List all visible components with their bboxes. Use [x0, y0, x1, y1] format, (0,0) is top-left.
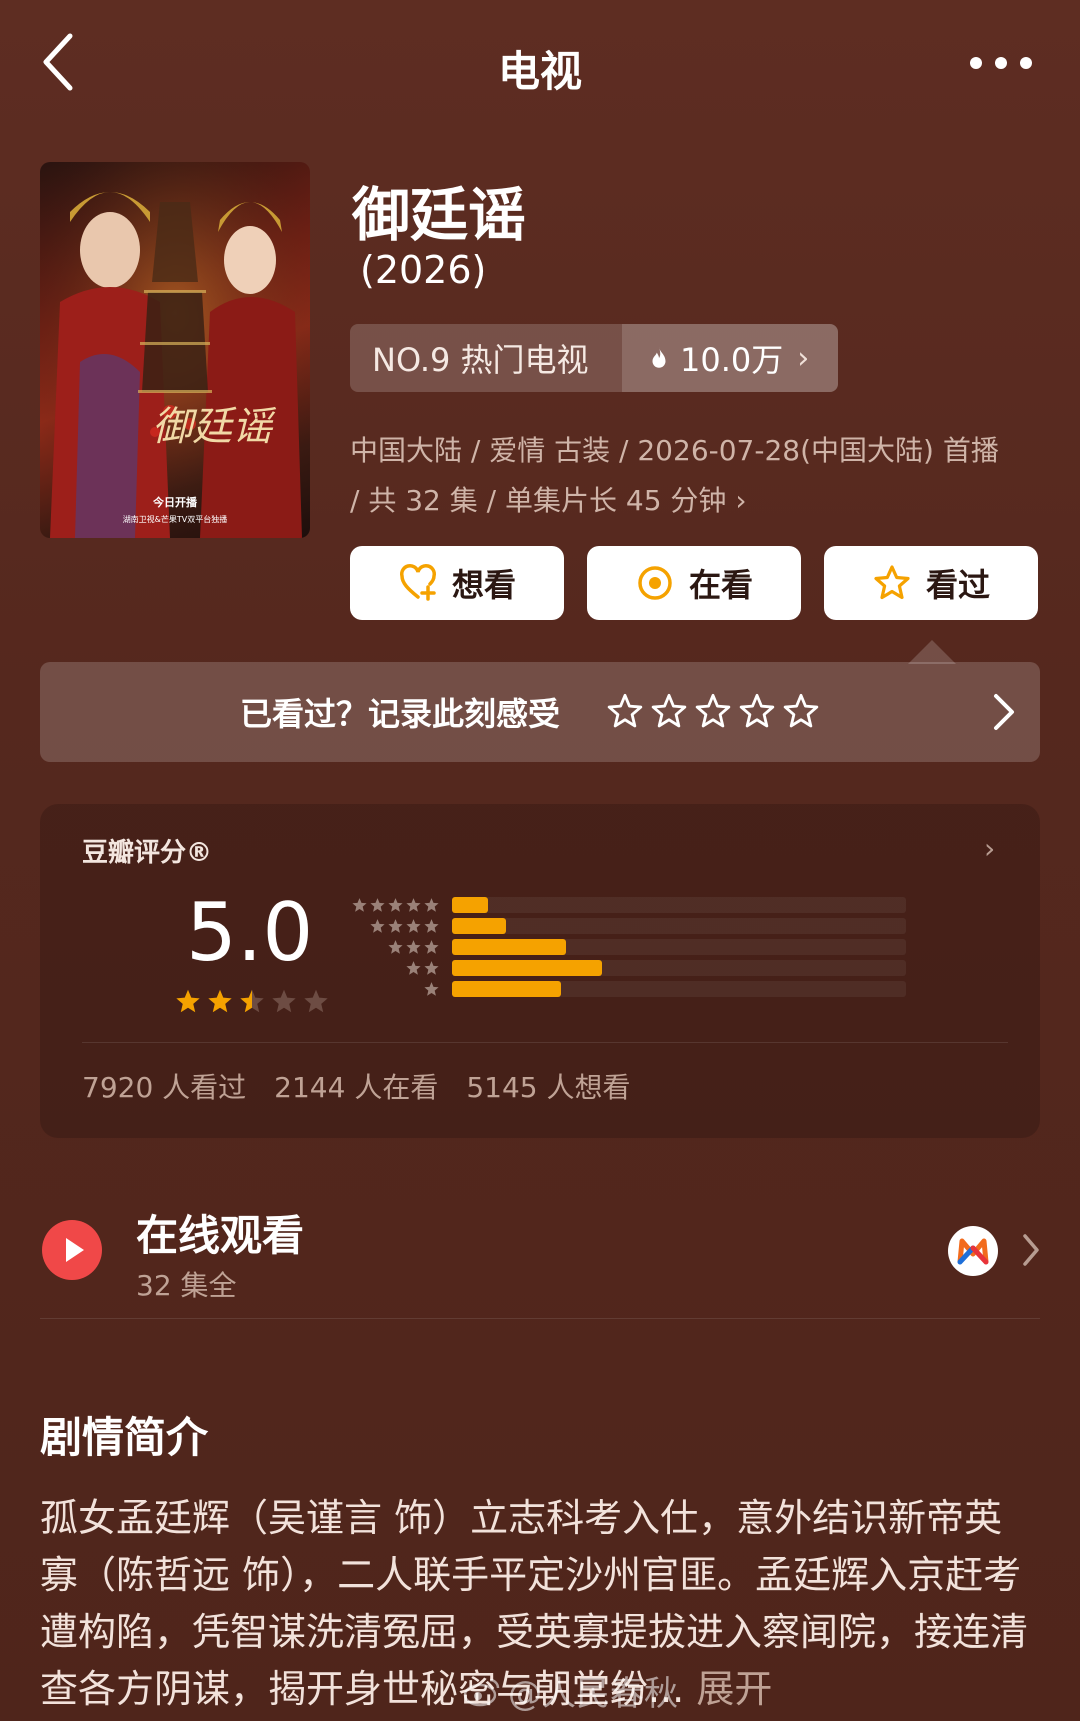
star-small-icon	[424, 960, 439, 975]
synopsis-title: 剧情简介	[40, 1413, 209, 1462]
score-star-rating	[174, 988, 330, 1016]
chevron-right-icon: ›	[735, 484, 747, 517]
poster-title-calligraphy: 御廷谣	[152, 404, 277, 450]
chevron-right-icon: ›	[984, 832, 996, 865]
watching-button[interactable]: 在看	[587, 546, 801, 620]
distribution-track	[452, 918, 906, 934]
star-filled-icon	[208, 989, 232, 1013]
distribution-star-label	[340, 897, 440, 914]
distribution-star-label	[340, 960, 440, 977]
chevron-right-icon: ›	[797, 340, 810, 376]
star-small-icon	[406, 918, 421, 933]
online-watch-title[interactable]: 在线观看	[136, 1202, 304, 1263]
divider	[40, 1318, 1040, 1319]
distribution-row-4-star	[340, 917, 906, 935]
rate-panel-pointer	[908, 640, 956, 664]
heart-plus-icon	[400, 564, 436, 601]
rate-prompt-panel[interactable]: 已看过？记录此刻感受	[40, 662, 1040, 762]
want-to-watch-button[interactable]: 想看	[350, 546, 564, 620]
watched-count[interactable]: 7920 人看过	[82, 1066, 246, 1106]
play-icon[interactable]	[42, 1220, 102, 1280]
distribution-star-label	[340, 939, 440, 956]
distribution-row-3-star	[340, 938, 906, 956]
douban-score-label: 豆瓣评分®	[82, 838, 213, 868]
star-outline-icon[interactable]	[650, 693, 688, 731]
show-meta-text: 中国大陆 / 爱情 古装 / 2026-07-28(中国大陆) 首播 / 共 3…	[350, 434, 999, 517]
rate-prompt-text: 已看过？记录此刻感受	[240, 695, 561, 733]
more-options-button[interactable]	[970, 48, 1032, 78]
poster-caption-line1: 今日开播	[152, 495, 198, 509]
star-empty-icon	[304, 989, 328, 1013]
chevron-right-icon	[994, 694, 1014, 730]
distribution-row-5-star	[340, 896, 906, 914]
star-small-icon	[424, 981, 439, 996]
expand-link[interactable]: 展开	[696, 1667, 772, 1711]
distribution-star-label	[340, 918, 440, 935]
star-outline-icon[interactable]	[606, 693, 644, 731]
distribution-bar	[452, 960, 602, 976]
show-title: 御廷谣	[352, 181, 527, 249]
star-small-icon	[406, 960, 421, 975]
watching-count[interactable]: 2144 人在看	[274, 1066, 438, 1106]
star-small-icon	[370, 918, 385, 933]
star-small-icon	[388, 918, 403, 933]
mango-tv-logo-icon[interactable]	[948, 1226, 998, 1276]
distribution-bar	[452, 981, 561, 997]
page-title: 电视	[497, 47, 582, 96]
distribution-star-label	[340, 981, 440, 998]
more-dot-icon	[1020, 57, 1032, 69]
divider	[82, 1042, 1008, 1043]
star-outline-icon	[874, 565, 910, 600]
distribution-row-1-star	[340, 980, 906, 998]
poster-image[interactable]: 御廷谣 今日开播 湖南卫视&芒果TV双平台独播	[40, 162, 310, 538]
star-outline-icon[interactable]	[738, 693, 776, 731]
weibo-logo-icon	[463, 1678, 500, 1706]
more-dot-icon	[995, 57, 1007, 69]
heat-value: 10.0万	[680, 341, 784, 379]
star-small-icon	[352, 897, 367, 912]
watched-label: 看过	[925, 566, 990, 604]
star-outline-icon[interactable]	[694, 693, 732, 731]
want-to-watch-label: 想看	[451, 566, 516, 604]
audience-counts: 7920 人看过 2144 人在看 5145 人想看	[82, 1066, 631, 1106]
star-empty-icon	[272, 989, 296, 1013]
star-small-icon	[424, 939, 439, 954]
douban-score-value: 5.0	[186, 886, 314, 979]
rating-stars-input[interactable]	[606, 693, 820, 731]
chevron-right-icon[interactable]	[1020, 1230, 1042, 1270]
distribution-row-2-star	[340, 959, 906, 977]
star-small-icon	[406, 939, 421, 954]
star-small-icon	[388, 897, 403, 912]
flame-icon	[652, 347, 666, 368]
watched-button[interactable]: 看过	[824, 546, 1038, 620]
star-small-icon	[424, 897, 439, 912]
star-small-icon	[424, 918, 439, 933]
show-year: (2026)	[360, 248, 487, 292]
online-watch-subtitle: 32 集全	[136, 1269, 237, 1302]
distribution-bar	[452, 939, 566, 955]
star-small-icon	[406, 897, 421, 912]
star-outline-icon[interactable]	[782, 693, 820, 731]
watermark-text: @人民春秋	[508, 1674, 678, 1714]
distribution-bar	[452, 897, 488, 913]
heat-badge[interactable]: 10.0万 ›	[622, 324, 838, 392]
poster-caption-line2: 湖南卫视&芒果TV双平台独播	[123, 514, 228, 524]
more-dot-icon	[970, 57, 982, 69]
star-small-icon	[388, 939, 403, 954]
distribution-bar	[452, 918, 506, 934]
rank-badge[interactable]: NO.9 热门电视 10.0万 ›	[350, 324, 838, 392]
rank-label: NO.9 热门电视	[350, 324, 622, 392]
star-filled-icon	[176, 989, 200, 1013]
star-half-icon	[240, 989, 264, 1013]
want-count[interactable]: 5145 人想看	[466, 1066, 630, 1106]
target-circle-icon	[638, 566, 672, 600]
distribution-track	[452, 897, 906, 913]
star-small-icon	[370, 897, 385, 912]
watching-label: 在看	[688, 566, 753, 604]
show-meta[interactable]: 中国大陆 / 爱情 古装 / 2026-07-28(中国大陆) 首播 / 共 3…	[350, 426, 1010, 526]
watermark: @人民春秋	[462, 1666, 678, 1715]
